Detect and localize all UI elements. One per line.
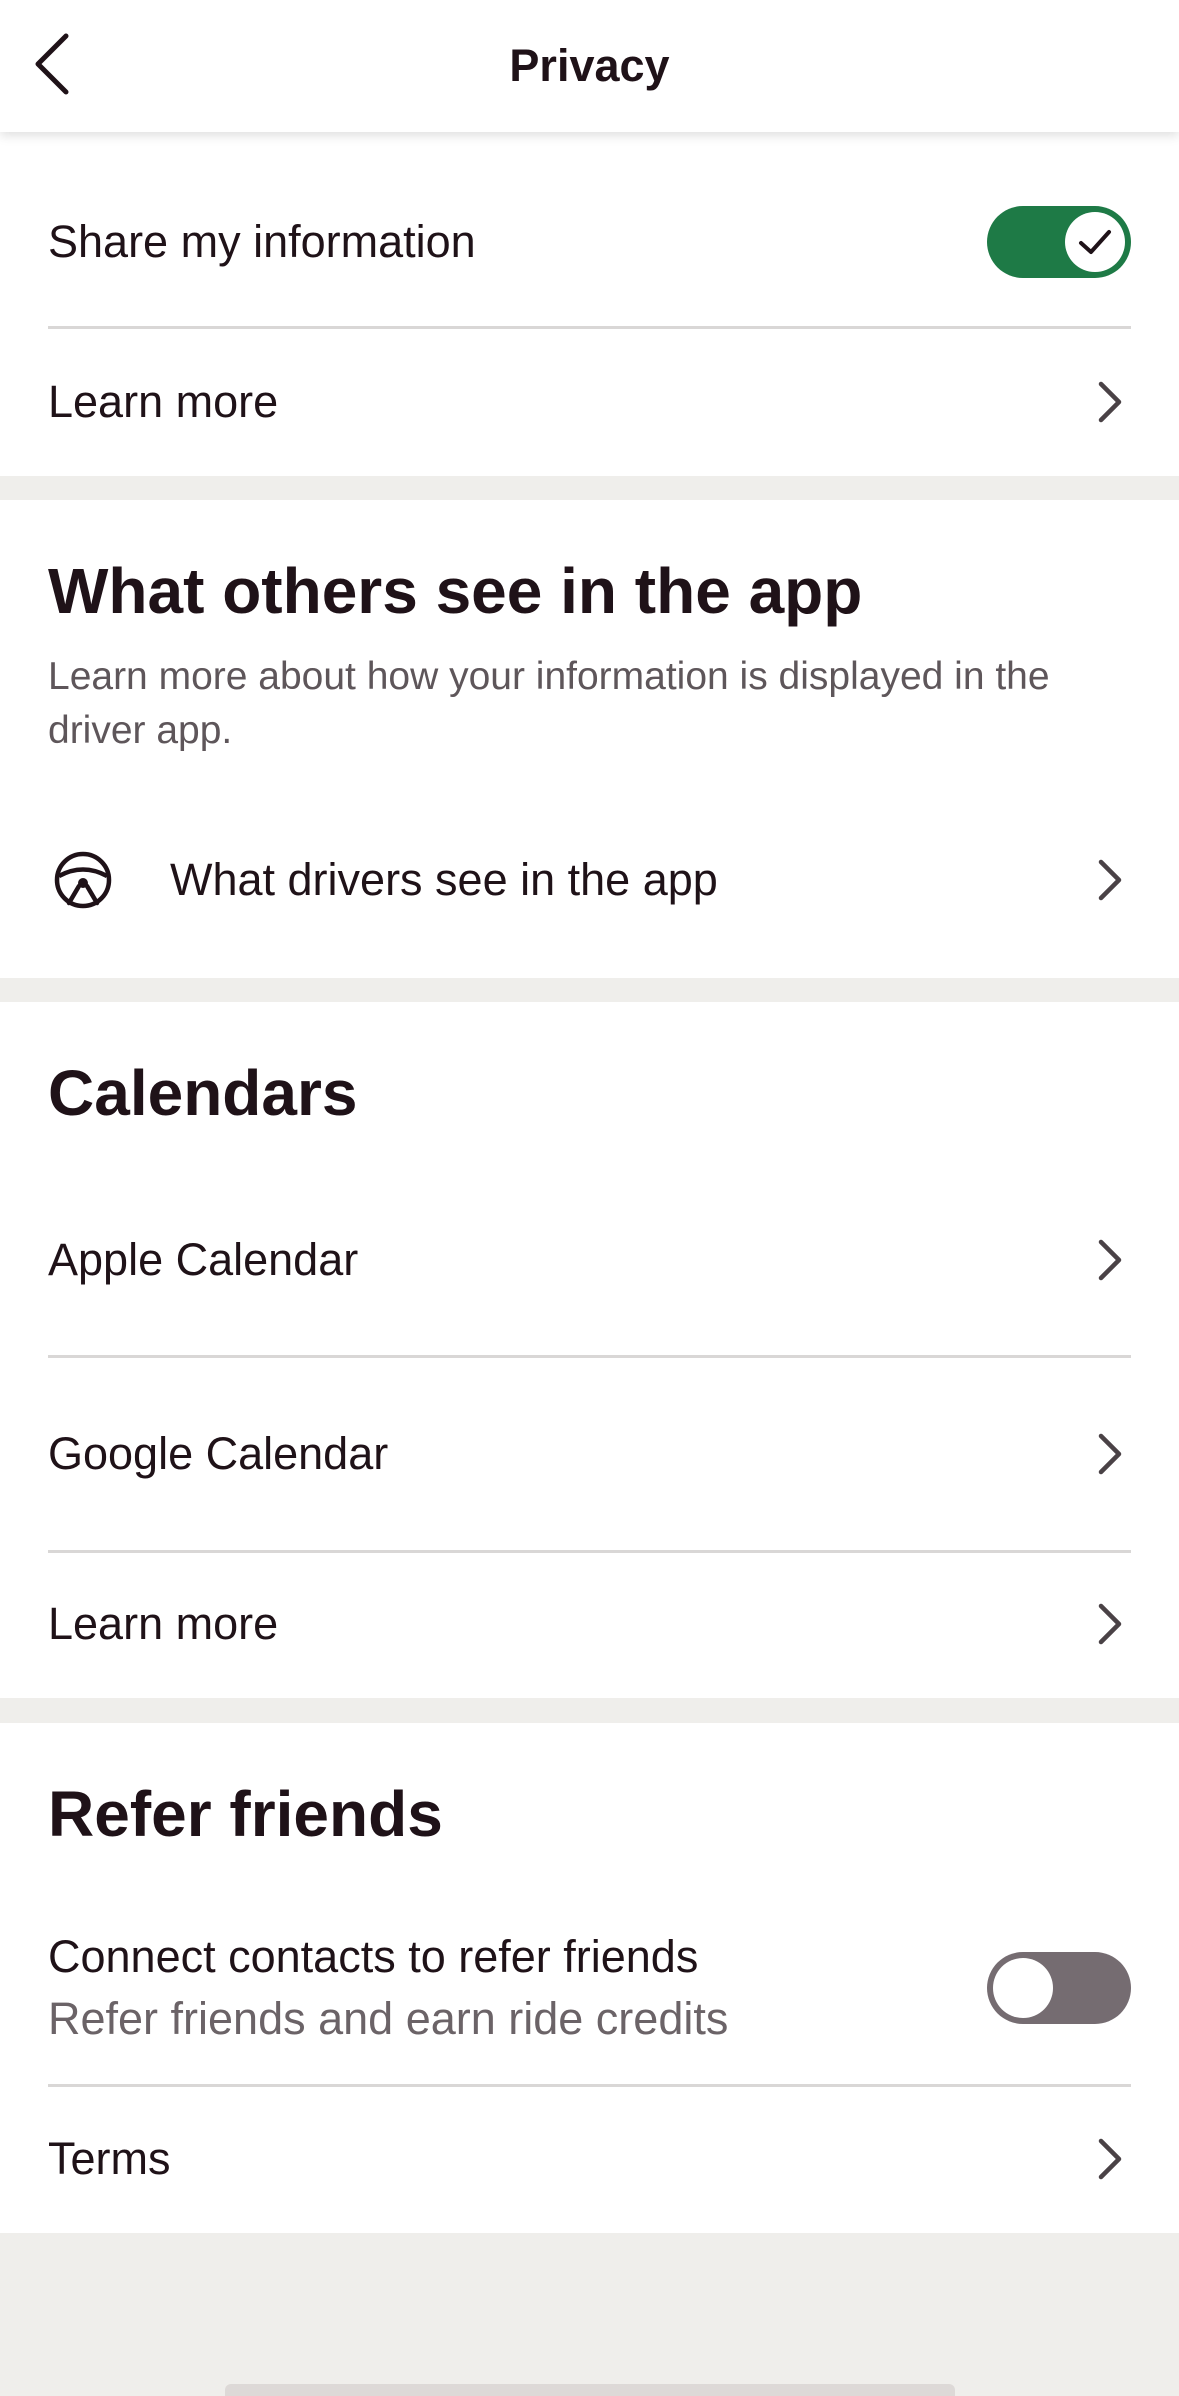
apple-calendar-row[interactable]: Apple Calendar (48, 1210, 1131, 1310)
connect-contacts-subtext: Refer friends and earn ride credits (48, 1993, 729, 2044)
connect-contacts-label: Connect contacts to refer friends (48, 1931, 699, 1982)
others-section: What others see in the app Learn more ab… (0, 500, 1179, 978)
google-calendar-label: Google Calendar (48, 1428, 389, 1479)
divider (48, 326, 1131, 329)
section-description: Learn more about how your information is… (48, 655, 1050, 752)
learn-more-label: Learn more (48, 1598, 279, 1649)
nav-header: Privacy (0, 0, 1179, 132)
toggle-knob (1065, 212, 1125, 272)
apple-calendar-label: Apple Calendar (48, 1234, 359, 1285)
calendars-section: Calendars Apple Calendar Google Calendar… (0, 1002, 1179, 1698)
share-info-label: Share my information (48, 216, 476, 267)
steering-wheel-icon (54, 851, 112, 909)
divider (48, 2084, 1131, 2087)
section-title: What others see in the app (48, 555, 863, 627)
connect-contacts-row[interactable]: Connect contacts to refer friends Refer … (48, 1923, 1131, 2053)
terms-label: Terms (48, 2133, 171, 2184)
chevron-right-icon (1098, 1433, 1122, 1475)
toggle-knob (993, 1958, 1053, 2018)
calendars-learn-more-row[interactable]: Learn more (48, 1584, 1131, 1664)
divider (48, 1550, 1131, 1553)
section-title: Refer friends (48, 1778, 443, 1850)
chevron-right-icon (1098, 381, 1122, 423)
chevron-right-icon (1098, 1603, 1122, 1645)
share-section: Share my information Learn more (0, 132, 1179, 476)
google-calendar-row[interactable]: Google Calendar (48, 1404, 1131, 1504)
chevron-right-icon (1098, 1239, 1122, 1281)
home-indicator (225, 2384, 955, 2396)
refer-section: Refer friends Connect contacts to refer … (0, 1723, 1179, 2233)
section-title: Calendars (48, 1057, 358, 1129)
page-title: Privacy (509, 40, 670, 91)
drivers-see-label: What drivers see in the app (170, 854, 718, 905)
share-learn-more-row[interactable]: Learn more (48, 362, 1131, 442)
check-icon (1079, 230, 1111, 254)
connect-contacts-text: Connect contacts to refer friends Refer … (48, 1926, 728, 2050)
divider (48, 1355, 1131, 1358)
share-info-toggle[interactable] (987, 206, 1131, 278)
learn-more-label: Learn more (48, 376, 279, 427)
drivers-see-row[interactable]: What drivers see in the app (48, 830, 1131, 930)
share-info-row[interactable]: Share my information (48, 192, 1131, 292)
chevron-right-icon (1098, 2138, 1122, 2180)
terms-row[interactable]: Terms (48, 2119, 1131, 2199)
chevron-right-icon (1098, 859, 1122, 901)
connect-contacts-toggle[interactable] (987, 1952, 1131, 2024)
